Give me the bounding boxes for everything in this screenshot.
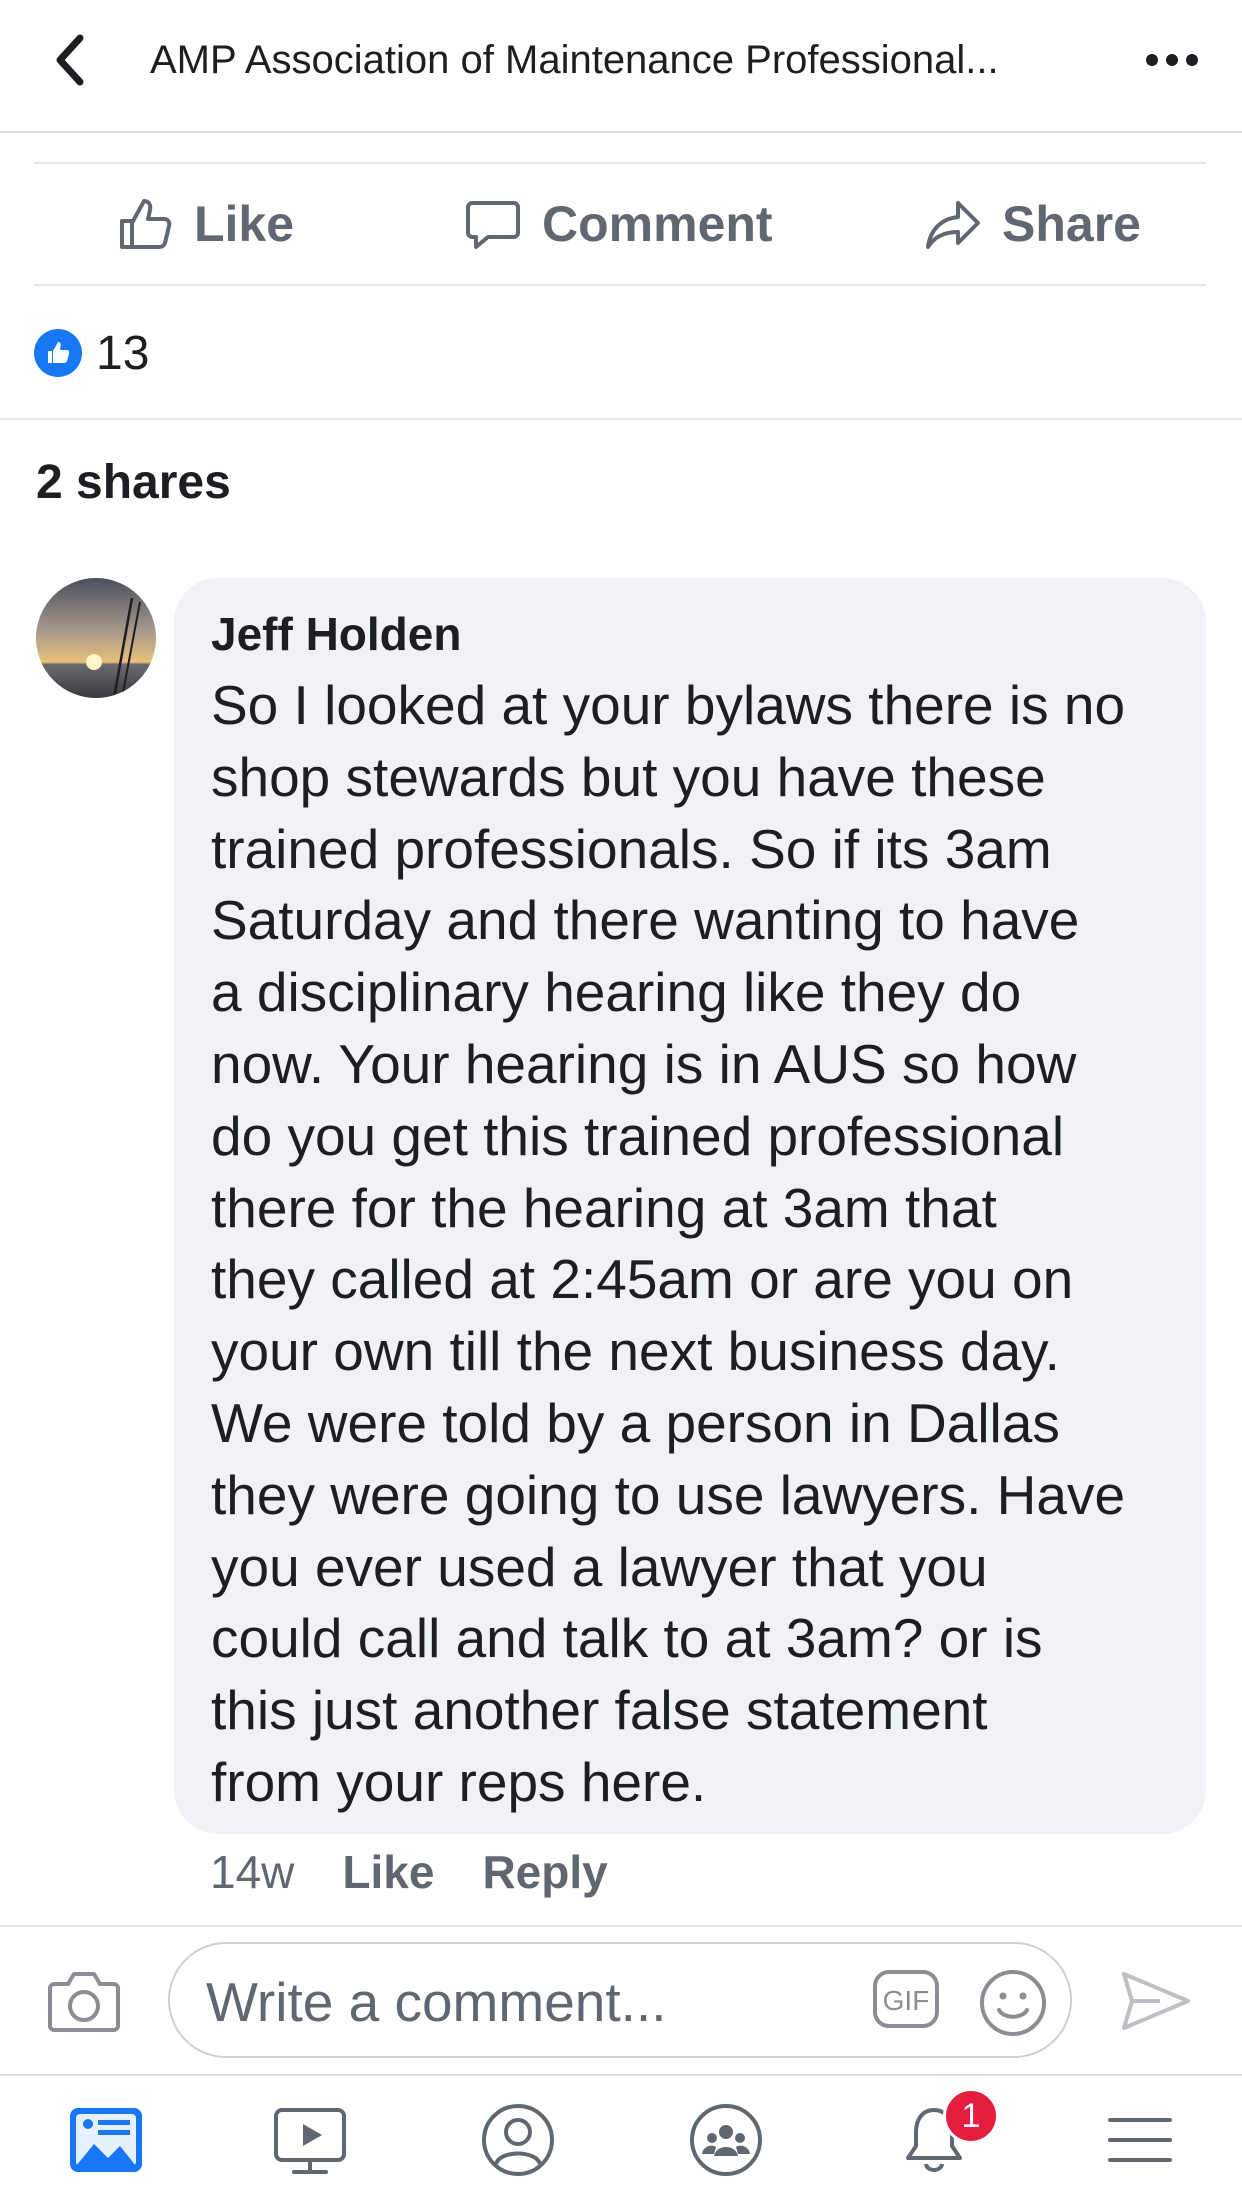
comment-bubble-icon bbox=[466, 201, 520, 249]
share-label: Share bbox=[1002, 196, 1141, 252]
share-arrow-icon bbox=[926, 201, 980, 249]
share-button[interactable]: Share bbox=[924, 192, 1141, 256]
news-feed-icon[interactable] bbox=[66, 2100, 146, 2180]
comment-reply-button[interactable]: Reply bbox=[482, 1842, 607, 1902]
menu-hamburger-icon[interactable] bbox=[1100, 2100, 1180, 2180]
avatar[interactable] bbox=[36, 578, 156, 698]
comment-line: they were going to use lawyers. Have bbox=[211, 1463, 1126, 1526]
comment-author[interactable]: Jeff Holden bbox=[211, 604, 461, 664]
thumbs-up-icon bbox=[120, 199, 172, 249]
comment-line: a disciplinary hearing like they do bbox=[211, 961, 1022, 1024]
comment-line: Saturday and there wanting to have bbox=[211, 889, 1080, 952]
comment-text: So I looked at your bylaws there is no s… bbox=[211, 670, 1186, 1819]
comment-timestamp[interactable]: 14w bbox=[210, 1842, 294, 1902]
profile-icon[interactable] bbox=[478, 2100, 558, 2180]
comment-line: trained professionals. So if its 3am bbox=[211, 817, 1052, 880]
comment-button[interactable]: Comment bbox=[464, 192, 773, 256]
comment-input-placeholder: Write a comment... bbox=[206, 1971, 667, 2033]
divider bbox=[0, 418, 1242, 420]
watch-video-icon[interactable] bbox=[270, 2100, 350, 2180]
notifications-badge: 1 bbox=[943, 2088, 999, 2144]
like-label: Like bbox=[194, 196, 295, 252]
post-action-bar: Like Comment Share bbox=[34, 162, 1206, 286]
comment-line: do you get this trained professional bbox=[211, 1104, 1065, 1167]
emoji-icon[interactable] bbox=[978, 1968, 1048, 2038]
send-icon[interactable] bbox=[1120, 1968, 1192, 2034]
comment-line: So I looked at your bylaws there is no bbox=[211, 674, 1126, 736]
back-chevron-icon[interactable] bbox=[44, 28, 100, 92]
gif-label: GIF bbox=[883, 1985, 930, 2016]
comment-line: We were told by a person in Dallas bbox=[211, 1391, 1060, 1454]
comment-line: shop stewards but you have these bbox=[211, 745, 1046, 808]
reaction-count: 13 bbox=[96, 326, 150, 380]
comment-line: your own till the next business day. bbox=[211, 1320, 1060, 1383]
more-options-icon[interactable] bbox=[1140, 38, 1204, 82]
comment-label: Comment bbox=[542, 196, 773, 252]
like-reaction-icon bbox=[34, 329, 82, 377]
comment-line: now. Your hearing is in AUS so how bbox=[211, 1032, 1077, 1095]
comment-line: they called at 2:45am or are you on bbox=[211, 1248, 1074, 1311]
comment-line: from your reps here. bbox=[211, 1750, 707, 1813]
comment-meta: 14w Like Reply bbox=[210, 1842, 608, 1902]
page-title: AMP Association of Maintenance Professio… bbox=[150, 38, 999, 82]
comment-line: you ever used a lawyer that you bbox=[211, 1535, 988, 1598]
shares-count[interactable]: 2 shares bbox=[36, 455, 231, 510]
camera-icon[interactable] bbox=[46, 1966, 122, 2034]
comment-line: this just another false statement bbox=[211, 1679, 988, 1742]
reaction-summary[interactable]: 13 bbox=[34, 318, 149, 388]
gif-icon[interactable]: GIF bbox=[872, 1969, 940, 2029]
divider bbox=[0, 1925, 1242, 1927]
comment-like-button[interactable]: Like bbox=[342, 1842, 434, 1902]
like-button[interactable]: Like bbox=[116, 192, 294, 256]
divider bbox=[0, 2074, 1242, 2076]
comment-line: could call and talk to at 3am? or is bbox=[211, 1607, 1043, 1670]
comment-line: there for the hearing at 3am that bbox=[211, 1176, 997, 1239]
groups-icon[interactable] bbox=[686, 2100, 766, 2180]
